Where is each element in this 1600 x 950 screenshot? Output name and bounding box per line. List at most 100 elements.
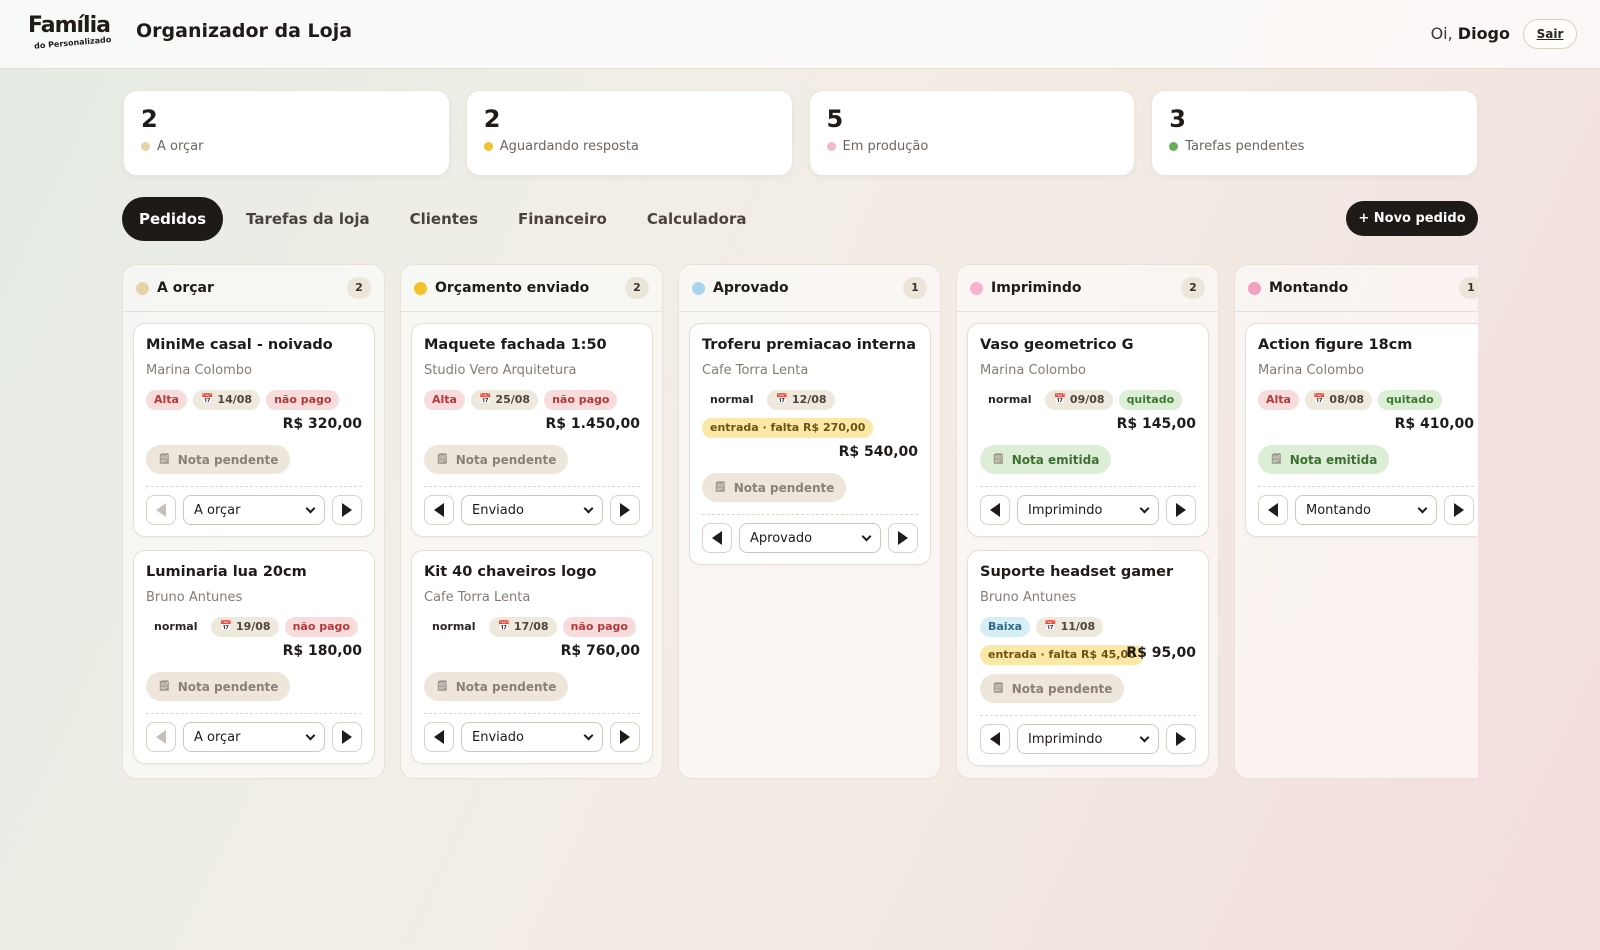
move-left-button[interactable] [146, 495, 176, 525]
status-select[interactable]: Enviado [461, 722, 603, 752]
tab-pedidos[interactable]: Pedidos [122, 197, 224, 241]
move-right-button[interactable] [610, 722, 640, 752]
stat-value: 5 [826, 105, 844, 133]
calendar-icon: 📅 [1053, 394, 1066, 405]
move-left-button[interactable] [424, 495, 454, 525]
invoice-status-badge: 🗒 Nota emitida [980, 445, 1112, 474]
order-card[interactable]: Action figure 18cm Marina Colombo Alta 📅… [1245, 323, 1478, 537]
status-select[interactable]: Aprovado [739, 523, 881, 553]
nav-tabs: Pedidos Tarefas da loja Clientes Finance… [122, 197, 764, 241]
new-order-button[interactable]: + Novo pedido [1346, 201, 1478, 236]
chevron-down-icon [583, 503, 594, 513]
status-dot [414, 281, 427, 295]
invoice-status-badge: 🗒 Nota pendente [702, 473, 847, 502]
move-left-button[interactable] [980, 724, 1010, 754]
status-dot [1248, 281, 1261, 295]
move-right-button[interactable] [332, 722, 362, 752]
move-right-button[interactable] [1166, 495, 1196, 525]
due-date: 08/08 [1329, 393, 1365, 406]
divider [146, 486, 362, 487]
invoice-status-badge: 🗒 Nota pendente [980, 674, 1125, 703]
tab-tarefas[interactable]: Tarefas da loja [229, 197, 387, 241]
column-title: Imprimindo [991, 280, 1082, 296]
status-select[interactable]: Imprimindo [1017, 724, 1159, 754]
column-count-badge: 2 [347, 277, 371, 299]
order-card[interactable]: Luminaria lua 20cm Bruno Antunes normal … [133, 550, 375, 764]
status-select[interactable]: Enviado [461, 495, 603, 525]
priority-badge: normal [432, 620, 476, 633]
tab-calculadora[interactable]: Calculadora [630, 197, 764, 241]
status-dot [826, 142, 836, 151]
status-select[interactable]: Imprimindo [1017, 495, 1159, 525]
move-left-button[interactable] [980, 495, 1010, 525]
tab-financeiro[interactable]: Financeiro [501, 197, 624, 241]
status-dot [141, 142, 150, 151]
column-orcamento-enviado: Orçamento enviado 2 Maquete fachada 1:50… [400, 264, 663, 779]
chevron-down-icon [861, 531, 872, 541]
move-right-button[interactable] [610, 495, 640, 525]
order-client: Bruno Antunes [980, 590, 1077, 605]
order-card[interactable]: Troferu premiacao interna Cafe Torra Len… [689, 323, 931, 565]
move-left-button[interactable] [146, 722, 176, 752]
chevron-down-icon [305, 730, 316, 740]
chevron-down-icon [1139, 732, 1150, 742]
stats-row: 2 A orçar 2 Aguardando resposta 5 Em pro… [123, 90, 1478, 176]
tab-clientes[interactable]: Clientes [393, 197, 495, 241]
stat-card-a-orcar: 2 A orçar [123, 90, 450, 176]
move-left-button[interactable] [702, 523, 732, 553]
invoice-status: Nota pendente [455, 452, 557, 467]
move-right-button[interactable] [888, 523, 918, 553]
due-date-badge: 📅 19/08 [211, 617, 279, 637]
priority-badge: Alta [146, 390, 187, 410]
arrow-left-icon [156, 503, 166, 517]
logout-button[interactable]: Sair [1523, 19, 1577, 49]
order-card[interactable]: Suporte headset gamer Bruno Antunes Baix… [967, 550, 1209, 766]
arrow-left-icon [434, 730, 444, 744]
status-controls: Montando [1258, 495, 1474, 525]
invoice-status: Nota emitida [1289, 452, 1378, 467]
move-left-button[interactable] [1258, 495, 1288, 525]
status-select[interactable]: Montando [1295, 495, 1437, 525]
invoice-status: Nota emitida [1011, 452, 1100, 467]
calendar-icon: 📅 [775, 394, 788, 405]
top-bar: Família do Personalizado Organizador da … [0, 0, 1600, 69]
order-price: R$ 180,00 [282, 643, 362, 659]
order-card[interactable]: Maquete fachada 1:50 Studio Vero Arquite… [411, 323, 653, 537]
logo[interactable]: Família do Personalizado [28, 14, 120, 54]
column-header: Aprovado 1 [679, 265, 940, 312]
arrow-right-icon [1176, 732, 1186, 746]
column-header: Orçamento enviado 2 [401, 265, 662, 312]
status-select[interactable]: A orçar [183, 495, 325, 525]
order-tags: normal 📅 17/08 não pago [424, 617, 636, 637]
status-select-value: Enviado [472, 502, 524, 518]
order-card[interactable]: Vaso geometrico G Marina Colombo normal … [967, 323, 1209, 537]
order-title: Action figure 18cm [1258, 337, 1413, 353]
status-select-value: Aprovado [750, 530, 813, 546]
divider [1258, 486, 1474, 487]
due-date: 25/08 [495, 393, 531, 406]
arrow-left-icon [990, 503, 1000, 517]
move-left-button[interactable] [424, 722, 454, 752]
status-select[interactable]: A orçar [183, 722, 325, 752]
column-header: Montando 1 [1235, 265, 1478, 312]
priority-badge: normal [988, 393, 1032, 406]
order-card[interactable]: Kit 40 chaveiros logo Cafe Torra Lenta n… [411, 550, 653, 764]
column-count-badge: 2 [625, 277, 649, 299]
order-card[interactable]: MiniMe casal - noivado Marina Colombo Al… [133, 323, 375, 537]
order-client: Cafe Torra Lenta [424, 590, 531, 605]
user-name: Diogo [1457, 24, 1510, 43]
stat-value: 2 [141, 105, 158, 133]
order-client: Marina Colombo [980, 363, 1086, 378]
move-right-button[interactable] [1444, 495, 1474, 525]
status-dot [970, 281, 983, 295]
arrow-right-icon [342, 730, 352, 744]
status-dot [1169, 142, 1179, 151]
move-right-button[interactable] [332, 495, 362, 525]
due-date-badge: 📅 08/08 [1304, 390, 1373, 410]
payment-badge: não pago [562, 617, 636, 637]
arrow-right-icon [620, 503, 630, 517]
due-date: 12/08 [791, 393, 827, 406]
stat-value: 3 [1169, 105, 1186, 133]
move-right-button[interactable] [1166, 724, 1196, 754]
arrow-right-icon [1454, 503, 1464, 517]
